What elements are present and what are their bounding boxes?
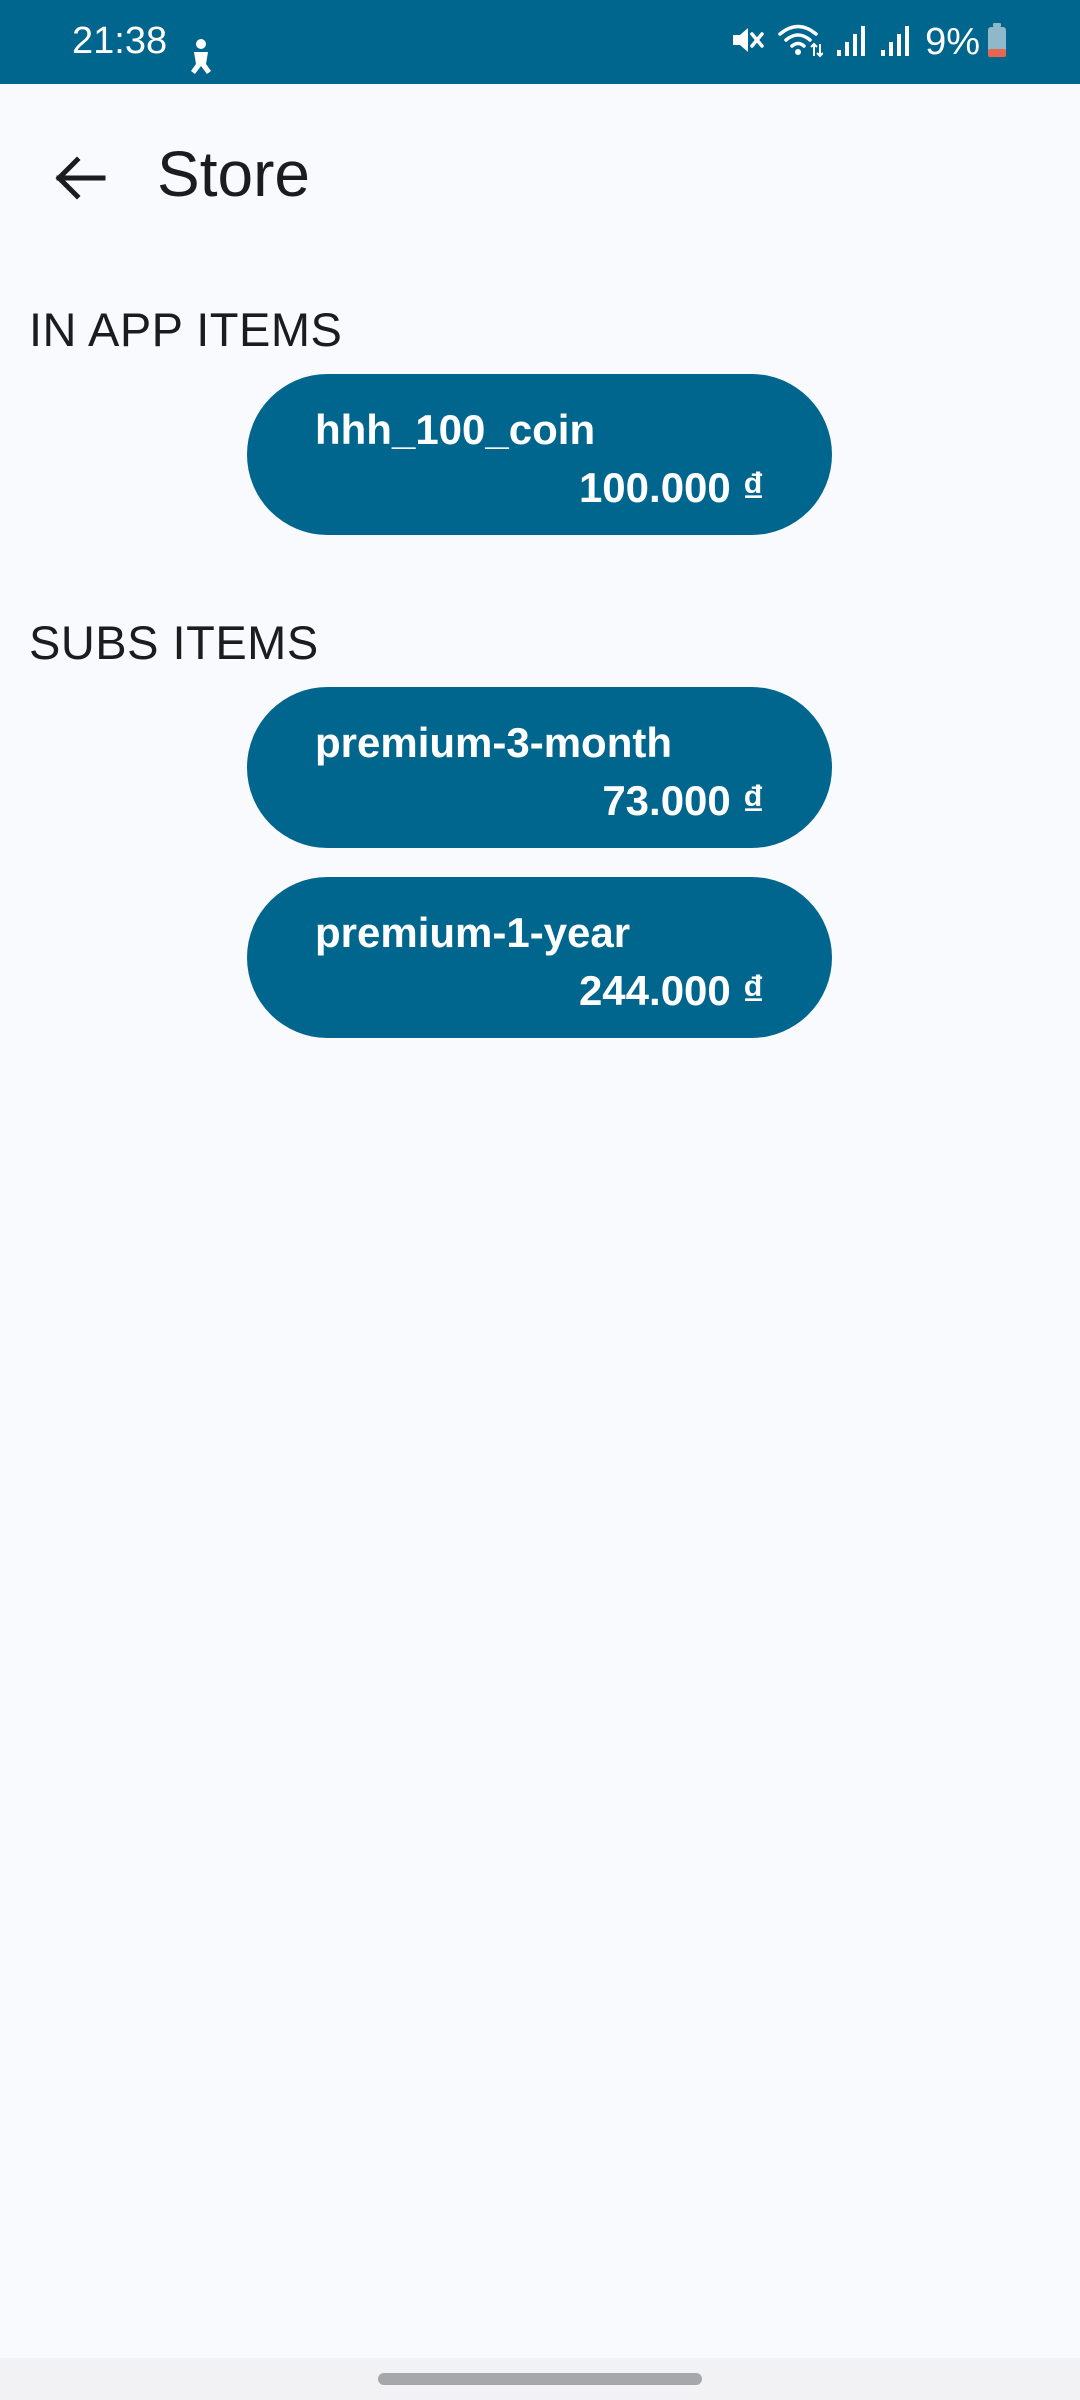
section-header-in-app-items: IN APP ITEMS [29,303,343,356]
product-premium-1-year-button[interactable]: premium-1-year 244.000 ₫ [247,877,832,1038]
home-indicator[interactable] [378,2373,702,2385]
section-header-subs-items: SUBS ITEMS [29,616,319,669]
signal-icon [835,22,867,63]
navigation-bar [0,2358,1080,2400]
signal-icon [879,22,911,63]
product-name: premium-3-month [315,719,672,766]
arrow-back-icon [53,151,107,210]
status-time: 21:38 [72,20,168,62]
back-button[interactable] [42,142,118,218]
page-title: Store [157,138,310,210]
product-name: premium-1-year [315,909,631,956]
product-name: hhh_100_coin [315,406,596,453]
wifi-icon [777,22,824,63]
status-bar: 21:38 9% [0,0,1080,84]
status-icons: 9% [717,18,1008,66]
product-premium-3-month-button[interactable]: premium-3-month 73.000 ₫ [247,687,832,848]
product-price: 244.000 ₫ [578,967,764,1014]
person-icon [184,37,218,77]
battery-percent: 9% [925,21,980,63]
product-hhh-100-coin-button[interactable]: hhh_100_coin 100.000 ₫ [247,374,832,535]
battery-icon [986,22,1008,63]
product-price: 100.000 ₫ [578,464,764,511]
mute-icon [729,22,765,63]
product-price: 73.000 ₫ [602,777,764,824]
app-bar: Store [0,84,1080,270]
